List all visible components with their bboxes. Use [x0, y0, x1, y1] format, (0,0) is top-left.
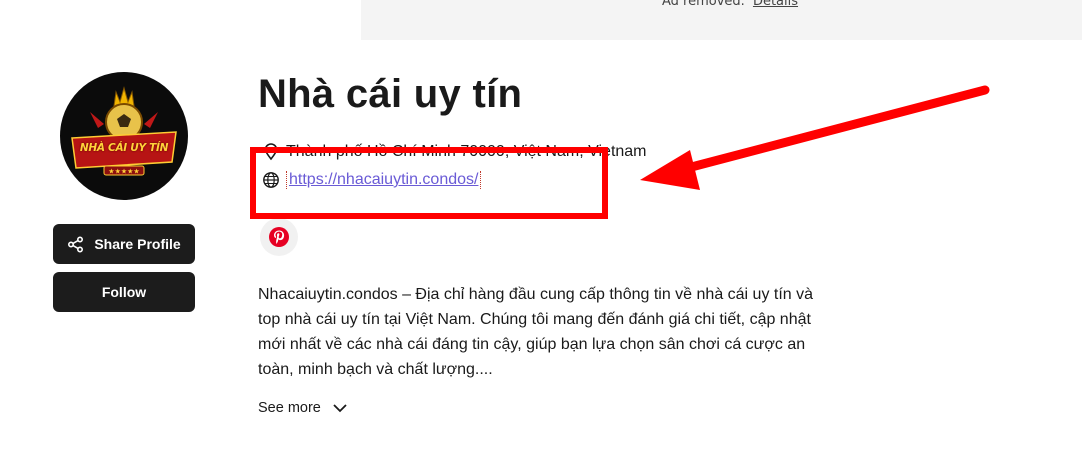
website-row: https://nhacaiuytin.condos/ — [262, 171, 482, 189]
ad-banner: Ad removed. Details — [361, 0, 1082, 40]
globe-icon — [262, 171, 280, 189]
chevron-down-icon — [333, 403, 347, 412]
see-more-button[interactable]: See more — [258, 400, 347, 416]
share-icon — [67, 235, 84, 253]
website-link[interactable]: https://nhacaiuytin.condos/ — [286, 171, 482, 189]
profile-name: Nhà cái uy tín — [258, 72, 523, 116]
logo-text: NHÀ CÁI UY TÍN — [79, 142, 169, 154]
follow-button[interactable]: Follow — [53, 272, 195, 312]
share-profile-label: Share Profile — [94, 236, 181, 252]
ad-removed-text: Ad removed. — [662, 0, 745, 9]
location-pin-icon — [262, 143, 280, 161]
follow-label: Follow — [101, 284, 147, 300]
svg-text:★★★★★: ★★★★★ — [108, 168, 139, 176]
pinterest-icon — [269, 227, 289, 247]
avatar: ★★★★★ NHÀ CÁI UY TÍN — [60, 72, 188, 200]
share-profile-button[interactable]: Share Profile — [53, 224, 195, 264]
ad-notice: Ad removed. Details — [662, 0, 798, 9]
location-text: Thành phố Hồ Chí Minh 70000, Việt Nam, V… — [286, 143, 647, 160]
pinterest-button[interactable] — [260, 218, 298, 256]
see-more-label: See more — [258, 400, 321, 416]
location-row: Thành phố Hồ Chí Minh 70000, Việt Nam, V… — [262, 143, 647, 161]
logo-graphic: ★★★★★ — [71, 86, 177, 176]
ad-details-link[interactable]: Details — [753, 0, 798, 9]
profile-bio: Nhacaiuytin.condos – Địa chỉ hàng đầu cu… — [258, 286, 814, 378]
